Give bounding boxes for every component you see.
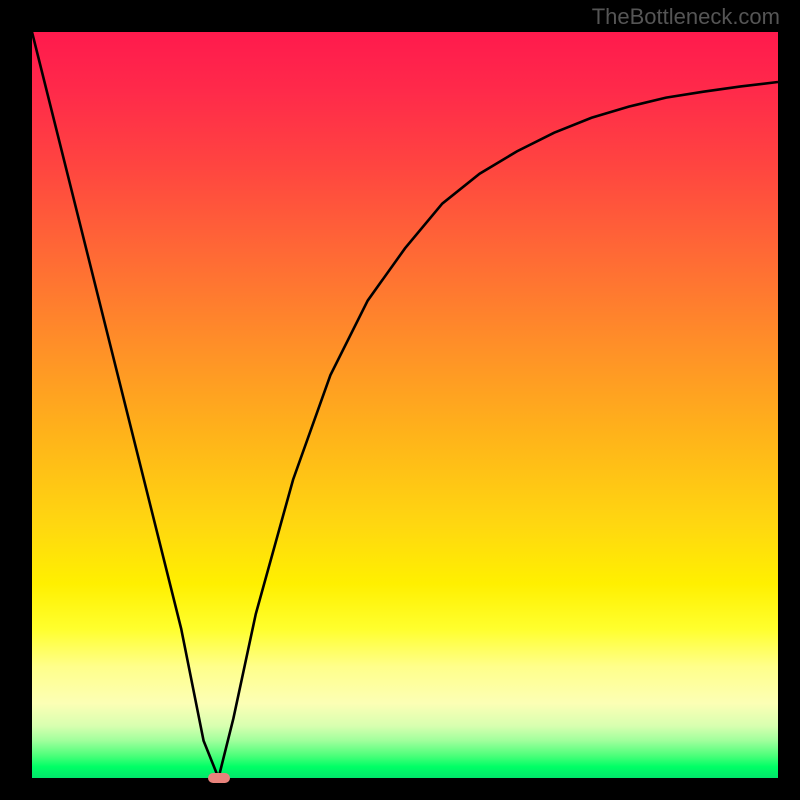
minimum-marker <box>208 773 230 783</box>
chart-plot-area <box>32 32 778 778</box>
watermark-text: TheBottleneck.com <box>592 4 780 30</box>
chart-curve <box>32 32 778 778</box>
